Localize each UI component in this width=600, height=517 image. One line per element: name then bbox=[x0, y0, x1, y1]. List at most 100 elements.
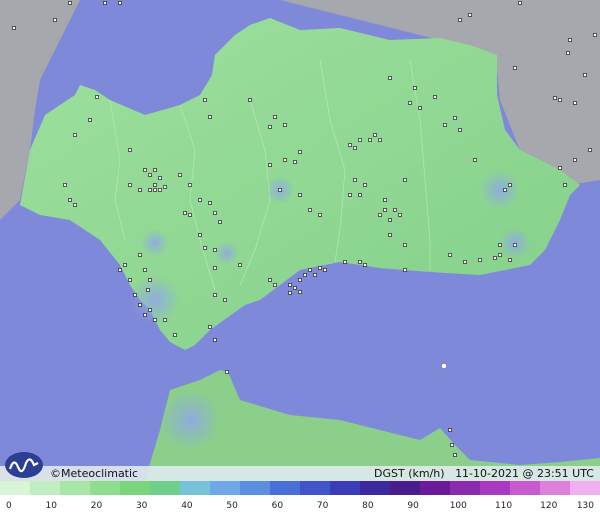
station-marker bbox=[458, 128, 462, 132]
legend-tick-label: 20 bbox=[91, 501, 103, 511]
timestamp-label: 11-10-2021 @ 23:51 UTC bbox=[455, 467, 594, 480]
station-marker bbox=[153, 183, 157, 187]
station-marker bbox=[53, 18, 57, 22]
station-marker bbox=[493, 256, 497, 260]
gust-map bbox=[0, 0, 600, 517]
legend-color-segment bbox=[570, 481, 600, 495]
station-marker bbox=[273, 115, 277, 119]
legend-tick-label: 0 bbox=[6, 501, 12, 511]
station-marker bbox=[128, 278, 132, 282]
legend-color-segment bbox=[240, 481, 271, 495]
station-marker bbox=[273, 283, 277, 287]
station-marker bbox=[593, 33, 597, 37]
station-marker bbox=[143, 313, 147, 317]
station-marker bbox=[223, 298, 227, 302]
station-marker bbox=[498, 243, 502, 247]
station-marker bbox=[318, 266, 322, 270]
station-marker bbox=[448, 253, 452, 257]
station-marker bbox=[508, 183, 512, 187]
station-marker bbox=[518, 1, 522, 5]
station-marker bbox=[418, 106, 422, 110]
station-marker bbox=[293, 160, 297, 164]
station-marker bbox=[298, 193, 302, 197]
legend-color-segment bbox=[210, 481, 241, 495]
station-marker bbox=[393, 208, 397, 212]
station-marker bbox=[203, 246, 207, 250]
legend-tick-label: 80 bbox=[362, 501, 374, 511]
station-marker bbox=[63, 183, 67, 187]
station-marker bbox=[433, 95, 437, 99]
station-marker bbox=[583, 73, 587, 77]
station-marker bbox=[146, 288, 150, 292]
legend-color-segment bbox=[180, 481, 211, 495]
station-marker bbox=[313, 273, 317, 277]
station-marker bbox=[218, 220, 222, 224]
station-marker bbox=[148, 278, 152, 282]
station-marker bbox=[298, 290, 302, 294]
station-marker bbox=[553, 96, 557, 100]
station-marker bbox=[473, 158, 477, 162]
station-marker bbox=[213, 293, 217, 297]
legend-tick-label: 70 bbox=[317, 501, 329, 511]
station-marker bbox=[138, 253, 142, 257]
credit-label: ©Meteoclimatic bbox=[50, 467, 139, 480]
station-marker bbox=[453, 453, 457, 457]
station-marker bbox=[353, 146, 357, 150]
station-marker bbox=[303, 273, 307, 277]
station-marker bbox=[566, 51, 570, 55]
station-marker bbox=[458, 18, 462, 22]
station-marker bbox=[123, 263, 127, 267]
station-marker bbox=[298, 278, 302, 282]
station-marker bbox=[358, 260, 362, 264]
legend-color-segment bbox=[150, 481, 181, 495]
legend-tick-label: 40 bbox=[181, 501, 193, 511]
station-marker bbox=[588, 148, 592, 152]
station-marker bbox=[398, 213, 402, 217]
station-marker bbox=[128, 148, 132, 152]
station-marker bbox=[383, 208, 387, 212]
station-marker bbox=[163, 318, 167, 322]
station-marker bbox=[68, 1, 72, 5]
station-marker bbox=[128, 183, 132, 187]
station-marker bbox=[323, 268, 327, 272]
blue-spot bbox=[480, 170, 520, 210]
legend-tick-label: 120 bbox=[540, 501, 557, 511]
station-marker bbox=[198, 198, 202, 202]
legend-color-segment bbox=[270, 481, 301, 495]
station-marker bbox=[288, 283, 292, 287]
station-marker bbox=[450, 443, 454, 447]
station-marker bbox=[12, 26, 16, 30]
station-marker bbox=[358, 138, 362, 142]
station-marker bbox=[508, 258, 512, 262]
station-marker bbox=[118, 268, 122, 272]
legend-tick-label: 30 bbox=[136, 501, 148, 511]
station-marker bbox=[118, 1, 122, 5]
station-marker bbox=[88, 118, 92, 122]
station-marker bbox=[148, 188, 152, 192]
station-marker bbox=[378, 138, 382, 142]
station-marker bbox=[478, 258, 482, 262]
station-marker bbox=[225, 370, 229, 374]
station-marker bbox=[568, 38, 572, 42]
station-marker bbox=[558, 98, 562, 102]
station-marker bbox=[348, 193, 352, 197]
station-marker bbox=[388, 218, 392, 222]
station-marker bbox=[308, 268, 312, 272]
blue-spot bbox=[499, 227, 531, 259]
station-marker bbox=[468, 13, 472, 17]
station-marker bbox=[268, 278, 272, 282]
station-marker bbox=[318, 213, 322, 217]
station-marker bbox=[403, 268, 407, 272]
legend-color-segment bbox=[540, 481, 571, 495]
station-marker bbox=[353, 178, 357, 182]
station-marker bbox=[203, 98, 207, 102]
legend-color-segment bbox=[0, 481, 31, 495]
legend-tick-label: 110 bbox=[495, 501, 512, 511]
station-marker bbox=[95, 95, 99, 99]
station-marker bbox=[138, 303, 142, 307]
legend-tick-label: 90 bbox=[407, 501, 419, 511]
station-marker bbox=[73, 133, 77, 137]
station-marker bbox=[308, 208, 312, 212]
station-marker bbox=[278, 188, 282, 192]
station-marker bbox=[148, 308, 152, 312]
